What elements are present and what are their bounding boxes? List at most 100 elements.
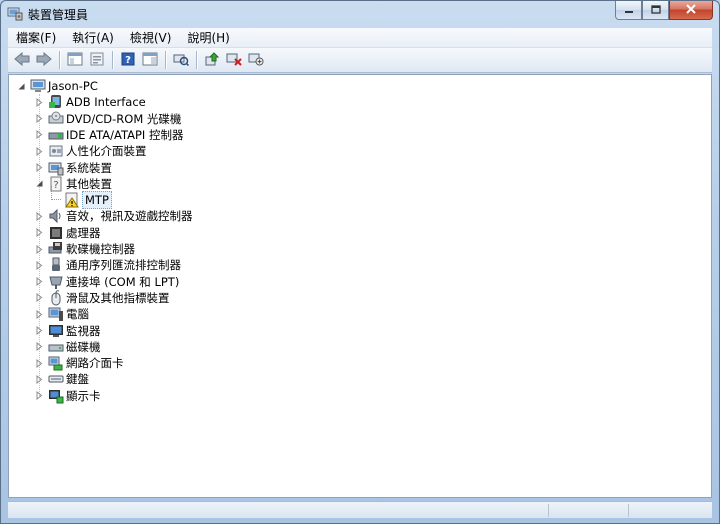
help-button[interactable]: ? xyxy=(117,50,139,70)
expand-arrow-icon[interactable] xyxy=(35,130,44,140)
disk-drive-icon xyxy=(48,339,64,355)
toolbar-separator xyxy=(59,51,60,69)
maximize-icon xyxy=(650,3,661,17)
tree-item[interactable]: 處理器 xyxy=(35,225,101,241)
expand-arrow-icon[interactable] xyxy=(35,293,44,303)
tree-item[interactable]: DVD/CD-ROM 光碟機 xyxy=(35,111,181,127)
optical-drive-icon xyxy=(48,111,64,127)
floppy-controller-icon xyxy=(48,241,64,257)
collapse-arrow-icon[interactable] xyxy=(17,82,26,91)
tree-item-label: 連接埠 (COM 和 LPT) xyxy=(66,274,180,289)
expand-arrow-icon[interactable] xyxy=(35,277,44,287)
expand-arrow-icon[interactable] xyxy=(35,342,44,352)
tree-item[interactable]: Jason-PC xyxy=(17,78,98,94)
tree-item[interactable]: ADB Interface xyxy=(35,94,146,110)
toolbar-separator xyxy=(196,51,197,69)
tree-item[interactable]: 連接埠 (COM 和 LPT) xyxy=(35,274,179,290)
tree-item[interactable]: 電腦 xyxy=(35,306,89,322)
tree-item[interactable]: 系統裝置 xyxy=(35,160,112,176)
tree-item-label: 顯示卡 xyxy=(66,388,101,403)
expand-arrow-icon[interactable] xyxy=(35,211,44,221)
tree-item-label: 滑鼠及其他指標裝置 xyxy=(66,290,170,305)
toolbar-separator xyxy=(112,51,113,69)
network-adapter-icon xyxy=(48,355,64,371)
uninstall-device-icon xyxy=(226,52,242,69)
expand-arrow-icon[interactable] xyxy=(35,391,44,401)
forward-button[interactable] xyxy=(33,50,55,70)
tree-item[interactable]: IDE ATA/ATAPI 控制器 xyxy=(35,127,183,143)
tree-item[interactable]: ? 其他裝置 xyxy=(35,176,112,192)
port-icon xyxy=(48,274,64,290)
maximize-button[interactable] xyxy=(642,1,669,20)
tree-item[interactable]: 監視器 xyxy=(35,323,101,339)
menu-action[interactable]: 執行(A) xyxy=(64,28,122,48)
disable-device-button[interactable] xyxy=(245,50,267,70)
help-icon: ? xyxy=(121,52,135,69)
menu-view[interactable]: 檢視(V) xyxy=(122,28,180,48)
tree-item[interactable]: 顯示卡 xyxy=(35,388,101,404)
tree-item-label: 處理器 xyxy=(66,225,101,240)
title-bar[interactable]: 裝置管理員 xyxy=(1,1,719,25)
tree-item[interactable]: 人性化介面裝置 xyxy=(35,143,147,159)
back-button[interactable] xyxy=(11,50,33,70)
tree-item[interactable]: 音效，視訊及遊戲控制器 xyxy=(35,208,193,224)
device-manager-icon xyxy=(7,5,23,21)
minimize-button[interactable] xyxy=(615,1,642,20)
update-driver-button[interactable] xyxy=(201,50,223,70)
menu-help[interactable]: 說明(H) xyxy=(179,28,237,48)
keyboard-icon xyxy=(48,371,64,387)
expand-arrow-icon[interactable] xyxy=(35,146,44,156)
menu-bar: 檔案(F) 執行(A) 檢視(V) 說明(H) xyxy=(8,28,712,48)
properties-button[interactable] xyxy=(86,50,108,70)
usb-icon xyxy=(48,257,64,273)
tree-item[interactable]: 滑鼠及其他指標裝置 xyxy=(35,290,170,306)
expand-arrow-icon[interactable] xyxy=(35,163,44,172)
tree-item-label: Jason-PC xyxy=(48,79,98,93)
hid-icon xyxy=(48,143,64,159)
tree-item-label: 軟碟機控制器 xyxy=(66,242,135,256)
expand-arrow-icon[interactable] xyxy=(35,228,44,238)
tree-item[interactable]: MTP xyxy=(51,191,112,210)
uninstall-device-button[interactable] xyxy=(223,50,245,70)
tree-item-label: 系統裝置 xyxy=(66,160,112,175)
expand-arrow-icon[interactable] xyxy=(35,114,44,124)
pc-icon xyxy=(48,306,64,322)
minimize-icon xyxy=(624,3,634,17)
close-button[interactable] xyxy=(669,1,713,20)
expand-arrow-icon[interactable] xyxy=(35,374,44,384)
mouse-icon xyxy=(48,290,64,306)
svg-text:?: ? xyxy=(125,55,131,66)
tree-item-label: 網路介面卡 xyxy=(66,356,124,371)
tree-item-label: ADB Interface xyxy=(66,95,146,110)
system-device-icon xyxy=(48,160,64,176)
disable-device-icon xyxy=(248,52,264,69)
menu-file[interactable]: 檔案(F) xyxy=(8,28,64,48)
warning-device-icon xyxy=(64,192,80,208)
toolbar: ? xyxy=(8,48,712,73)
expand-arrow-icon[interactable] xyxy=(35,326,44,335)
device-tree[interactable]: Jason-PC ADB Interface DVD/CD-ROM 光碟機 IDE A… xyxy=(8,74,712,498)
tree-item-label: 監視器 xyxy=(66,323,101,338)
expand-arrow-icon[interactable] xyxy=(35,260,44,270)
console-tree-button[interactable] xyxy=(64,50,86,70)
expand-arrow-icon[interactable] xyxy=(35,97,44,107)
device-manager-window: 裝置管理員 檔案(F) 執行(A) 檢視(V) 說明(H) ? Jason-PC… xyxy=(0,0,720,524)
expand-arrow-icon[interactable] xyxy=(35,309,44,319)
tree-item[interactable]: 鍵盤 xyxy=(35,371,89,387)
collapse-arrow-icon[interactable] xyxy=(35,179,44,188)
caption-buttons xyxy=(615,1,713,20)
action-pane-button[interactable] xyxy=(139,50,161,70)
expand-arrow-icon[interactable] xyxy=(35,244,44,254)
tree-item[interactable]: 磁碟機 xyxy=(35,339,101,355)
tree-item-label: 音效，視訊及遊戲控制器 xyxy=(66,209,193,224)
tree-item[interactable]: 網路介面卡 xyxy=(35,355,124,371)
tree-item-label: DVD/CD-ROM 光碟機 xyxy=(66,111,182,126)
scan-hardware-button[interactable] xyxy=(170,50,192,70)
action-pane-icon xyxy=(142,52,158,69)
tree-item-label: MTP xyxy=(82,191,112,210)
tree-item[interactable]: 軟碟機控制器 xyxy=(35,241,135,257)
tree-item[interactable]: 通用序列匯流排控制器 xyxy=(35,257,181,273)
close-icon xyxy=(685,3,697,17)
expand-arrow-icon[interactable] xyxy=(35,358,44,368)
